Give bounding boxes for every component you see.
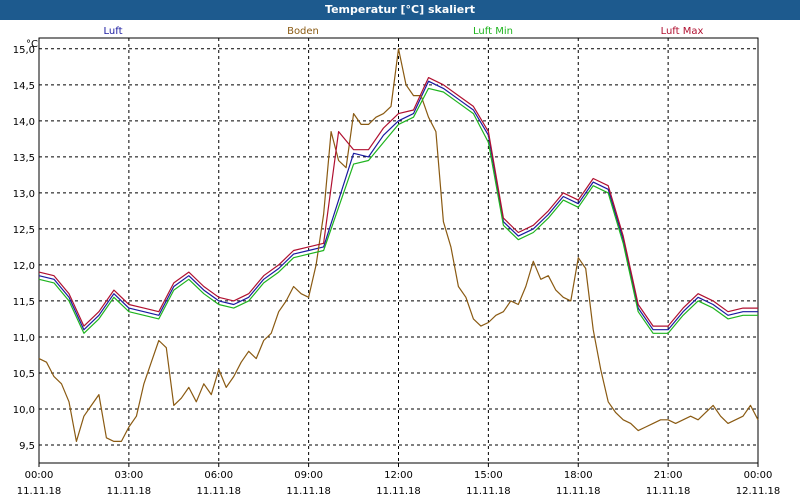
y-tick-label: 14,0 [13,117,35,128]
legend-boden: Boden [287,26,319,37]
x-tick-date: 11.11.18 [466,486,511,497]
x-tick-date: 11.11.18 [376,486,421,497]
x-tick-date: 11.11.18 [286,486,331,497]
x-tick-label: 18:00 [564,470,593,481]
x-tick-label: 03:00 [114,470,143,481]
legend-luft: Luft [104,26,123,37]
y-tick-label: 10,5 [13,369,35,380]
grid-layer [38,37,759,464]
y-axis-label: °C [26,39,38,50]
x-tick-label: 09:00 [294,470,323,481]
x-tick-label: 06:00 [204,470,233,481]
y-tick-label: 13,5 [13,153,35,164]
legend-luft-max: Luft Max [661,26,704,37]
x-tick-label: 21:00 [654,470,683,481]
x-tick-date: 11.11.18 [107,486,152,497]
y-tick-label: 12,5 [13,225,35,236]
x-tick-label: 15:00 [474,470,503,481]
y-tick-label: 14,5 [13,81,35,92]
x-tick-date: 11.11.18 [17,486,62,497]
legend-layer: Luft Boden Luft Min Luft Max [104,26,704,37]
x-tick-label: 00:00 [25,470,54,481]
temperature-chart: 9,5 10,0 10,5 11,0 11,5 12,0 12,5 13,0 13,5 14,0 1… [13,26,781,497]
x-tick-date: 11.11.18 [646,486,691,497]
y-tick-label: 11,5 [13,297,35,308]
legend-luft-min: Luft Min [473,26,513,37]
x-tick-label: 12:00 [384,470,413,481]
x-tick-date: 12.11.18 [736,486,781,497]
x-tick-date: 11.11.18 [556,486,601,497]
x-tick-date: 11.11.18 [196,486,241,497]
y-tick-label: 11,0 [13,333,35,344]
y-tick-label: 9,5 [19,441,35,452]
y-tick-label: 12,0 [13,261,35,272]
y-tick-label: 13,0 [13,189,35,200]
y-tick-label: 10,0 [13,405,35,416]
x-tick-label: 00:00 [744,470,773,481]
